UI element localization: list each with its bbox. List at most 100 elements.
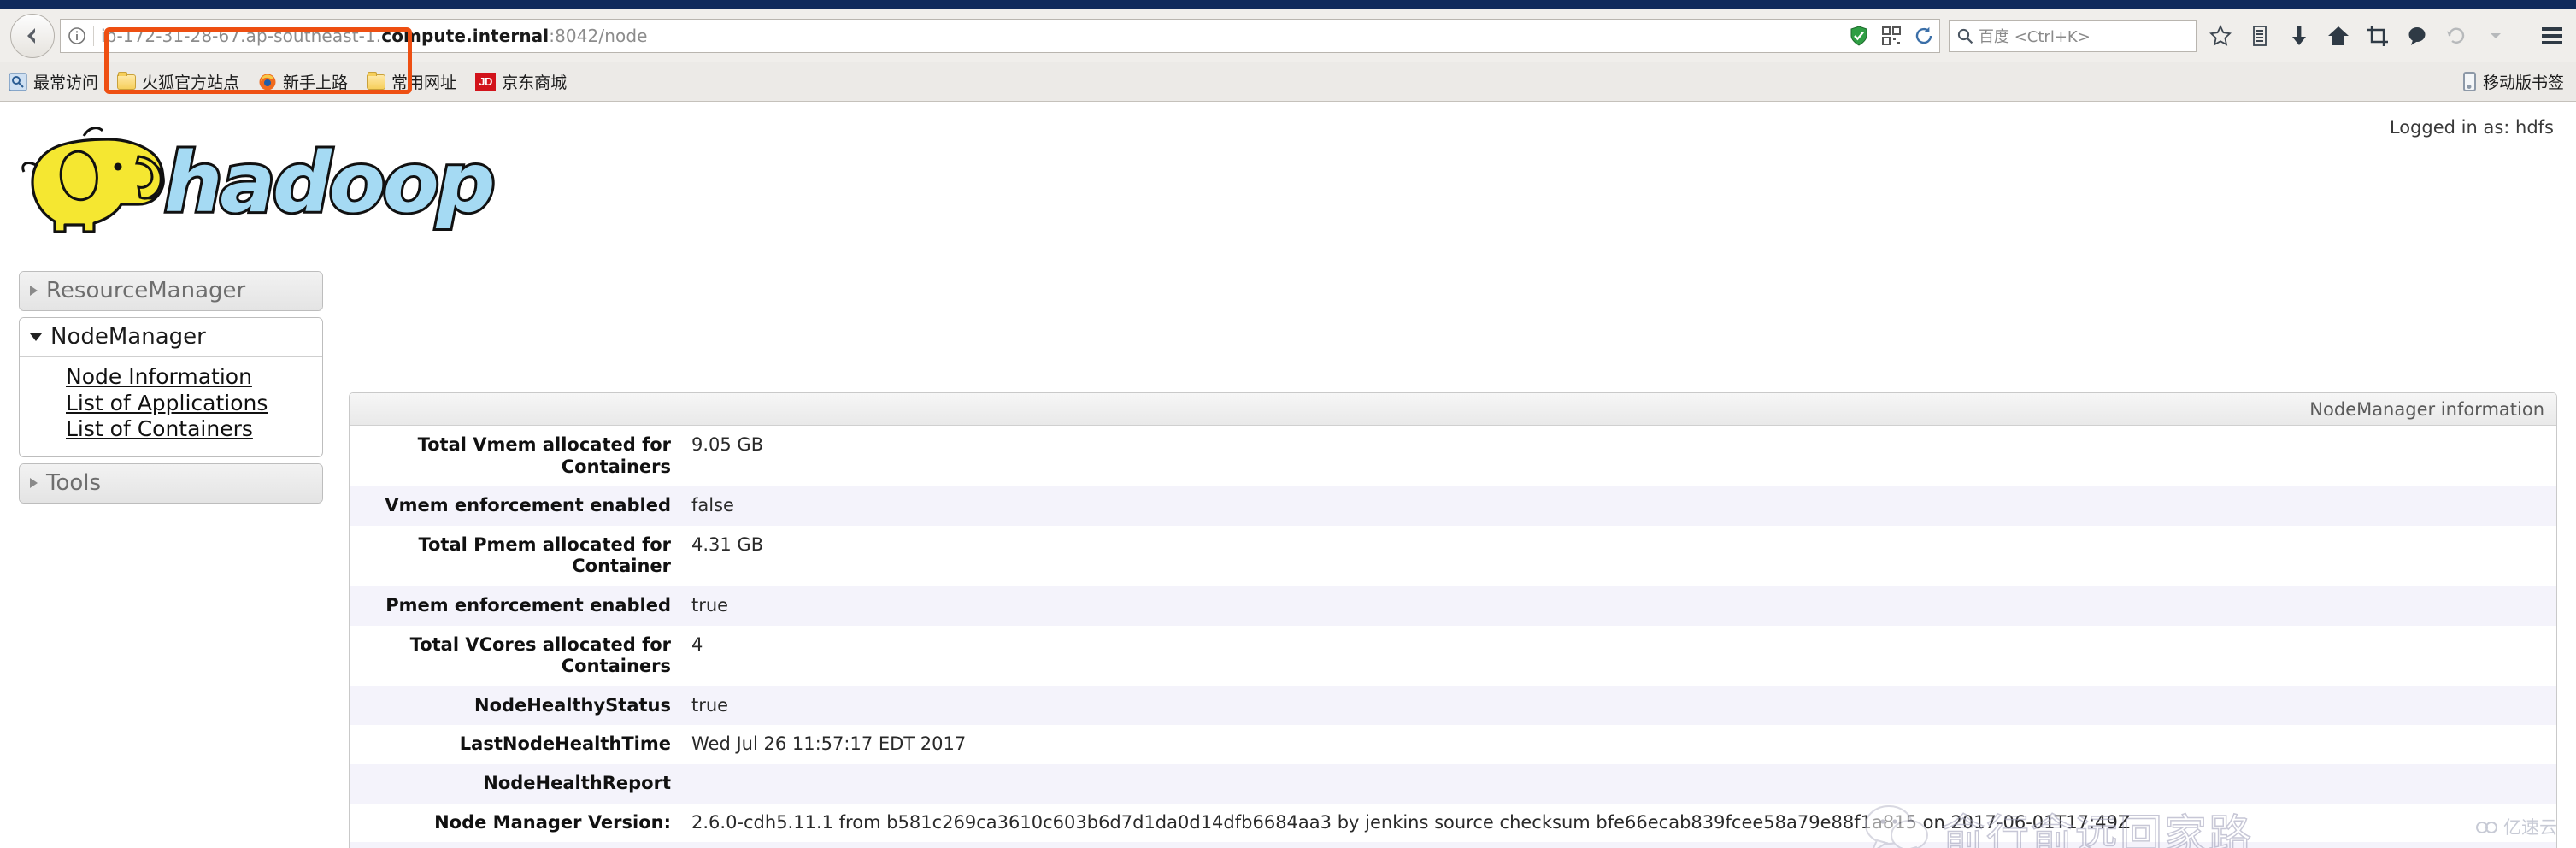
row-value: 4 bbox=[691, 633, 703, 655]
hadoop-logo[interactable]: hadoop bbox=[10, 119, 540, 238]
feedback-icon[interactable] bbox=[2405, 24, 2429, 48]
url-suffix: :8042/node bbox=[549, 25, 648, 46]
table-row: LastNodeHealthTime Wed Jul 26 11:57:17 ED… bbox=[350, 725, 2556, 765]
row-value: 2.6.0-cdh5.11.1 from b581c269ca3610c603b… bbox=[683, 842, 2556, 848]
chevron-right-icon bbox=[30, 477, 38, 488]
browser-chrome: ip-172-31-28-67.ap-southeast-1.compute.i… bbox=[0, 0, 2576, 102]
folder-icon bbox=[117, 71, 137, 90]
sidebar-section-nodemanager[interactable]: NodeManager Node Information List of App… bbox=[19, 317, 323, 457]
bookmark-common-sites[interactable]: 常用网址 bbox=[367, 70, 456, 93]
undo-icon[interactable] bbox=[2444, 24, 2468, 48]
home-icon[interactable] bbox=[2326, 24, 2350, 48]
url-bar[interactable]: ip-172-31-28-67.ap-southeast-1.compute.i… bbox=[60, 18, 1940, 53]
bookmark-label: 最常访问 bbox=[33, 74, 99, 92]
mobile-bookmarks-label: 移动版书签 bbox=[2482, 74, 2564, 92]
bookmark-most-visited[interactable]: 最常访问 bbox=[9, 70, 98, 93]
row-value: false bbox=[691, 495, 734, 516]
back-button[interactable] bbox=[10, 13, 55, 58]
row-value: true bbox=[691, 595, 729, 616]
row-label: Pmem enforcement enabled bbox=[385, 595, 671, 616]
sidebar-link-node-information[interactable]: Node Information bbox=[66, 364, 252, 391]
row-label: Vmem enforcement enabled bbox=[385, 495, 671, 516]
mobile-phone-icon bbox=[2462, 72, 2476, 91]
search-icon bbox=[1957, 28, 1973, 44]
sidebar-section-header[interactable]: NodeManager bbox=[20, 318, 322, 357]
row-value bbox=[683, 764, 2556, 804]
row-label: Total VCores allocated for Containers bbox=[409, 633, 671, 677]
url-divider bbox=[93, 25, 94, 46]
bookmark-label: 常用网址 bbox=[391, 74, 457, 92]
search-input-placeholder[interactable]: 百度 <Ctrl+K> bbox=[1979, 25, 2091, 47]
row-label: Node Manager Version: bbox=[434, 811, 671, 833]
most-visited-icon bbox=[9, 72, 27, 91]
table-row: Hadoop Version:2.6.0-cdh5.11.1 from b581… bbox=[350, 842, 2556, 848]
row-label: NodeHealthyStatus bbox=[474, 694, 671, 716]
bookmark-star-icon[interactable] bbox=[2208, 24, 2232, 48]
sidebar-links: Node Information List of Applications Li… bbox=[20, 357, 322, 456]
logged-in-status: Logged in as: hdfs bbox=[2389, 117, 2554, 138]
chevron-down-icon bbox=[30, 333, 42, 341]
reload-icon[interactable] bbox=[1912, 24, 1936, 48]
bookmark-label: 火狐官方站点 bbox=[142, 74, 240, 92]
row-label: LastNodeHealthTime bbox=[459, 733, 671, 755]
hadoop-elephant-icon bbox=[21, 127, 165, 233]
bookmark-label: 京东商城 bbox=[502, 74, 568, 92]
table-row: Total VCores allocated for Containers 4 bbox=[350, 625, 2556, 686]
panel-title: NodeManager information bbox=[2309, 398, 2544, 420]
chevron-down-icon[interactable] bbox=[2484, 24, 2508, 48]
row-label: Hadoop Version: bbox=[350, 842, 683, 848]
sidebar-section-header[interactable]: Tools bbox=[20, 463, 322, 503]
table-row: Node Manager Version: 2.6.0-cdh5.11.1 fro… bbox=[350, 803, 2556, 843]
page-content: Logged in as: hdfs hadoop ResourceManage… bbox=[0, 102, 2576, 848]
row-value: Wed Jul 26 11:57:17 EDT 2017 bbox=[691, 733, 967, 755]
url-host: compute.internal bbox=[381, 25, 550, 46]
nodemanager-info-table: Total Vmem allocated for Containers 9.05 … bbox=[350, 426, 2556, 848]
sidebar-section-label: Tools bbox=[46, 469, 102, 496]
table-row: NodeHealthyStatus true bbox=[350, 686, 2556, 726]
bookmark-jd[interactable]: JD 京东商城 bbox=[475, 70, 567, 93]
panel-header: NodeManager information bbox=[350, 393, 2556, 426]
sidebar-section-resourcemanager[interactable]: ResourceManager bbox=[19, 271, 323, 311]
reader-list-icon[interactable] bbox=[2248, 24, 2272, 48]
downloads-icon[interactable] bbox=[2287, 24, 2311, 48]
row-value: true bbox=[691, 694, 729, 716]
sidebar-section-tools[interactable]: Tools bbox=[19, 462, 323, 504]
url-bar-wrapper[interactable]: ip-172-31-28-67.ap-southeast-1.compute.i… bbox=[60, 18, 1940, 94]
bookmark-firefox-official[interactable]: 火狐官方站点 bbox=[117, 70, 239, 93]
mobile-bookmarks[interactable]: 移动版书签 bbox=[2462, 70, 2564, 93]
folder-icon bbox=[367, 71, 386, 90]
table-row: Vmem enforcement enabled false bbox=[350, 486, 2556, 526]
hadoop-wordmark: hadoop bbox=[164, 135, 492, 231]
screenshot-icon[interactable] bbox=[2366, 24, 2390, 48]
url-bar-actions bbox=[1840, 19, 1936, 52]
browser-toolbar-icons bbox=[2208, 24, 2566, 48]
row-label: Total Pmem allocated for Container bbox=[418, 533, 671, 577]
bookmark-getting-started[interactable]: 新手上路 bbox=[258, 70, 348, 93]
row-label: NodeHealthReport bbox=[483, 773, 671, 794]
url-text: ip-172-31-28-67.ap-southeast-1.compute.i… bbox=[101, 26, 648, 46]
sidebar-section-label: NodeManager bbox=[50, 324, 206, 350]
search-bar[interactable]: 百度 <Ctrl+K> bbox=[1949, 19, 2197, 52]
nodemanager-information-panel: NodeManager information Total Vmem alloc… bbox=[349, 392, 2557, 848]
table-row: Total Pmem allocated for Container 4.31 G… bbox=[350, 525, 2556, 587]
table-body: Total Vmem allocated for Containers 9.05 … bbox=[350, 426, 2556, 848]
sidebar-section-label: ResourceManager bbox=[46, 278, 246, 303]
chevron-right-icon bbox=[30, 286, 38, 296]
jd-icon: JD bbox=[475, 72, 497, 91]
back-arrow-icon bbox=[27, 27, 35, 44]
sidebar-navigation: ResourceManager NodeManager Node Informa… bbox=[19, 271, 323, 509]
site-identity-icon[interactable] bbox=[66, 25, 88, 47]
bookmark-label: 新手上路 bbox=[283, 74, 349, 92]
row-value: 9.05 GB bbox=[691, 434, 764, 455]
row-value: 4.31 GB bbox=[691, 533, 764, 555]
shield-icon[interactable] bbox=[1847, 24, 1871, 48]
sidebar-link-list-of-containers[interactable]: List of Containers bbox=[66, 416, 253, 443]
firefox-icon bbox=[258, 73, 277, 91]
sidebar-link-list-of-applications[interactable]: List of Applications bbox=[66, 391, 268, 417]
table-row: NodeHealthReport bbox=[350, 764, 2556, 804]
qrcode-icon[interactable] bbox=[1879, 24, 1903, 48]
row-value: 2.6.0-cdh5.11.1 from b581c269ca3610c603b… bbox=[691, 811, 2131, 833]
sidebar-section-header[interactable]: ResourceManager bbox=[20, 272, 322, 310]
table-row: Total Vmem allocated for Containers 9.05 … bbox=[350, 426, 2556, 487]
hamburger-menu-icon[interactable] bbox=[2538, 24, 2566, 48]
